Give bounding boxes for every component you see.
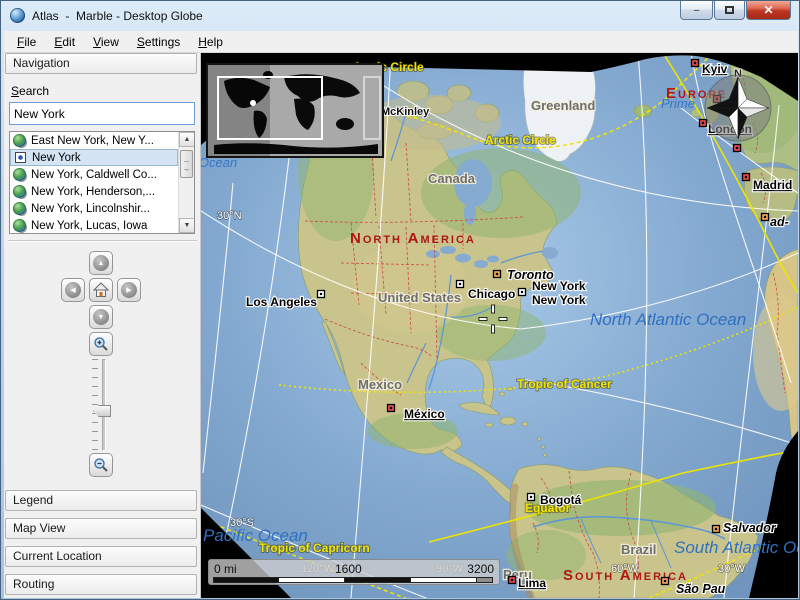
menu-edit[interactable]: Edit <box>45 32 84 52</box>
overview-map[interactable] <box>206 63 384 158</box>
close-button[interactable]: ✕ <box>746 1 791 20</box>
map-label: Madrid <box>753 178 792 192</box>
search-result-globe-icon <box>13 202 26 215</box>
scale-bar: 0 mi 1600 3200 <box>208 559 500 585</box>
list-item[interactable]: New York, Lucas, Iowa <box>10 217 178 234</box>
map-label: ad- <box>770 215 789 229</box>
compass[interactable]: N <box>701 61 775 145</box>
panel-current-location[interactable]: Current Location <box>5 546 197 567</box>
map-label: North Atlantic Ocean <box>590 310 746 329</box>
list-item[interactable]: New York, Henderson,... <box>10 183 178 200</box>
map-label: México <box>404 407 445 421</box>
map-label: São Pau <box>676 582 726 596</box>
map-canvas[interactable]: Arctic CircleArctic CircleTropic of Canc… <box>201 53 798 598</box>
minimize-button[interactable]: – <box>680 1 713 20</box>
current-view-dot <box>250 100 256 106</box>
zoom-in-button[interactable] <box>89 332 113 356</box>
menubar: File Edit View Settings Help <box>4 31 798 53</box>
home-button[interactable] <box>89 278 113 302</box>
arrow-left-icon: ◀ <box>65 282 81 298</box>
crosshair-icon <box>499 318 507 321</box>
map-label: Mexico <box>358 377 402 392</box>
window-title: Atlas - Marble - Desktop Globe <box>32 9 203 23</box>
zoom-slider-handle[interactable] <box>93 405 111 417</box>
list-item[interactable]: East New York, New Y... <box>10 132 178 149</box>
search-label: Search <box>11 84 49 98</box>
map-label: 30°W <box>718 563 746 575</box>
close-icon: ✕ <box>763 3 773 17</box>
pan-right-button[interactable]: ▶ <box>117 278 141 302</box>
zoom-in-icon <box>93 336 109 352</box>
scrollbar-thumb[interactable] <box>180 150 193 178</box>
crosshair-icon <box>492 325 495 333</box>
map-label: Greenland <box>531 98 595 113</box>
pan-left-button[interactable]: ◀ <box>61 278 85 302</box>
panel-navigation[interactable]: Navigation <box>5 53 197 74</box>
scale-segments <box>213 577 493 583</box>
crosshair-icon <box>479 318 487 321</box>
map-label: North America <box>350 230 476 247</box>
scroll-down-icon[interactable]: ▼ <box>179 218 195 233</box>
maximize-button[interactable] <box>714 1 745 20</box>
menu-help[interactable]: Help <box>189 32 232 52</box>
map-label: Salvador <box>723 521 777 535</box>
scroll-up-icon[interactable]: ▲ <box>179 132 195 147</box>
pan-up-button[interactable]: ▲ <box>89 251 113 275</box>
titlebar[interactable]: Atlas - Marble - Desktop Globe – ✕ <box>1 1 799 31</box>
scale-end: 3200 <box>467 562 494 576</box>
minimize-icon: – <box>694 5 700 16</box>
map-label: Tropic of Cancer <box>517 377 612 391</box>
search-input[interactable] <box>9 102 195 125</box>
search-result-globe-icon <box>13 168 26 181</box>
menu-settings[interactable]: Settings <box>128 32 189 52</box>
divider <box>8 240 197 241</box>
map-label: Canada <box>428 171 476 186</box>
list-item[interactable]: New York, Caldwell Co... <box>10 166 178 183</box>
pan-down-button[interactable]: ▼ <box>89 305 113 329</box>
menu-view[interactable]: View <box>84 32 128 52</box>
list-item[interactable]: New York <box>10 149 178 166</box>
marble-window: Atlas - Marble - Desktop Globe – ✕ File … <box>0 0 800 600</box>
search-result-globe-icon <box>13 219 26 232</box>
search-result-globe-icon <box>13 185 26 198</box>
map-label: Toronto <box>507 268 554 282</box>
crosshair-icon <box>492 305 495 313</box>
panel-legend[interactable]: Legend <box>5 490 197 511</box>
map-label: South Atlantic Oc <box>674 538 798 557</box>
zoom-out-icon <box>93 457 109 473</box>
menu-file[interactable]: File <box>8 32 45 52</box>
list-scrollbar[interactable]: ▲ ▼ <box>178 132 194 233</box>
search-result-globe-icon <box>13 134 26 147</box>
arrow-right-icon: ▶ <box>121 282 137 298</box>
scale-start: 0 mi <box>214 562 237 576</box>
map-label: Los Angeles <box>246 295 317 309</box>
map-label: New York <box>532 293 586 307</box>
zoom-out-button[interactable] <box>89 453 113 477</box>
map-label: Lima <box>518 576 546 590</box>
map-label: Brazil <box>621 542 656 557</box>
maximize-icon <box>725 6 734 14</box>
map-label: United States <box>378 290 461 305</box>
map-label: 30°N <box>217 210 242 222</box>
arrow-down-icon: ▼ <box>93 309 109 325</box>
home-icon <box>93 282 109 298</box>
map-label: Arctic Circle <box>485 133 556 147</box>
arrow-up-icon: ▲ <box>93 255 109 271</box>
panel-routing[interactable]: Routing <box>5 574 197 595</box>
map-label: McKinley <box>381 106 430 118</box>
map-label: Pacific Ocean <box>203 526 308 545</box>
placemark-icon <box>15 152 26 163</box>
search-results-list[interactable]: East New York, New Y... New York New Yor… <box>9 131 195 234</box>
list-item[interactable]: New York, Lincolnshir... <box>10 200 178 217</box>
scale-mid: 1600 <box>335 562 362 576</box>
app-globe-icon <box>10 8 25 23</box>
sidebar: Navigation Search East New York, New Y..… <box>4 53 201 598</box>
map-label: South America <box>563 567 688 584</box>
map-label: Bogotá <box>540 493 582 507</box>
map-label: Chicago <box>468 287 515 301</box>
panel-map-view[interactable]: Map View <box>5 518 197 539</box>
